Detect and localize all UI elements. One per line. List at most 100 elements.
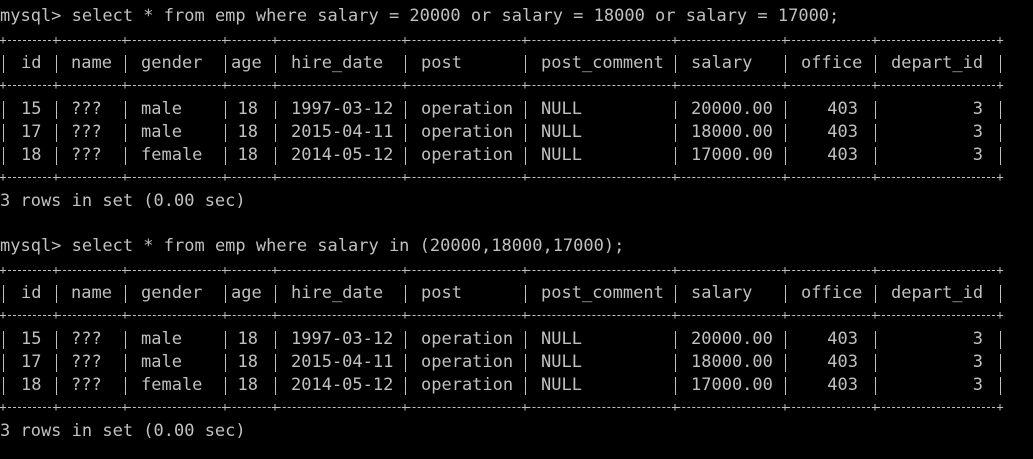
table-corner-plus: + xyxy=(221,308,229,322)
table-cell: male xyxy=(141,352,182,372)
table-cell: 3 xyxy=(972,329,983,349)
table-corner-plus: + xyxy=(221,170,229,184)
table-corner-plus: + xyxy=(781,263,789,277)
table-corner-plus: + xyxy=(521,308,529,322)
table-column-separator xyxy=(675,354,676,372)
terminal-window[interactable]: mysql> select * from emp where salary = … xyxy=(0,0,1033,459)
table-cell: 403 xyxy=(827,145,858,165)
table-column-separator xyxy=(225,147,226,165)
table-column-separator xyxy=(275,124,276,142)
table-cell: ??? xyxy=(71,99,102,119)
table-column-separator xyxy=(3,147,4,165)
table-border-line: + + + + + + + + + + + xyxy=(0,264,1004,276)
table-column-separator xyxy=(785,331,786,349)
column-header-post-comment: post_comment xyxy=(541,283,664,303)
table-cell: NULL xyxy=(541,99,582,119)
table-column-separator xyxy=(675,147,676,165)
column-header-post-comment: post_comment xyxy=(541,53,664,73)
table-cell: 3 xyxy=(972,122,983,142)
table-corner-plus: + xyxy=(52,78,60,92)
table-cell: operation xyxy=(421,329,514,349)
table-corner-plus: + xyxy=(0,170,7,184)
table-corner-plus: + xyxy=(271,308,279,322)
command-line: mysql> select * from emp where salary in… xyxy=(0,235,624,258)
column-header-name: name xyxy=(71,53,112,73)
table-column-separator xyxy=(275,55,276,73)
table-column-separator xyxy=(785,124,786,142)
table-corner-plus: + xyxy=(781,78,789,92)
table-corner-plus: + xyxy=(221,33,229,47)
table-corner-plus: + xyxy=(401,400,409,414)
table-corner-plus: + xyxy=(121,308,129,322)
table-cell: 17 xyxy=(21,352,42,372)
table-corner-plus: + xyxy=(781,170,789,184)
table-corner-plus: + xyxy=(671,170,679,184)
table-column-separator xyxy=(125,55,126,73)
table-column-separator xyxy=(125,331,126,349)
column-header-gender: gender xyxy=(141,53,203,73)
table-column-separator xyxy=(225,331,226,349)
table-column-separator xyxy=(3,285,4,303)
table-corner-plus: + xyxy=(871,170,879,184)
table-column-separator xyxy=(675,285,676,303)
table-corner-plus: + xyxy=(521,78,529,92)
table-column-separator xyxy=(675,377,676,395)
table-corner-plus: + xyxy=(996,78,1004,92)
table-column-separator xyxy=(875,285,876,303)
table-cell: NULL xyxy=(541,352,582,372)
table-cell: 18 xyxy=(21,375,42,395)
table-column-separator xyxy=(525,377,526,395)
table-column-separator xyxy=(275,331,276,349)
column-header-salary: salary xyxy=(691,53,753,73)
table-column-separator xyxy=(56,285,57,303)
table-column-separator xyxy=(3,55,4,73)
table-corner-plus: + xyxy=(671,78,679,92)
column-header-office: office xyxy=(801,53,863,73)
table-border-line: + + + + + + + + + + + xyxy=(0,401,1004,413)
table-cell: 18000.00 xyxy=(691,352,773,372)
table-cell: 3 xyxy=(972,145,983,165)
mysql-prompt: mysql> xyxy=(0,236,62,256)
table-column-separator xyxy=(405,124,406,142)
table-column-separator xyxy=(275,377,276,395)
table-cell: 3 xyxy=(972,99,983,119)
table-column-separator xyxy=(56,124,57,142)
table-column-separator xyxy=(125,377,126,395)
column-header-age: age xyxy=(231,283,262,303)
table-corner-plus: + xyxy=(271,263,279,277)
table-corner-plus: + xyxy=(671,308,679,322)
column-header-gender: gender xyxy=(141,283,203,303)
table-cell: 3 xyxy=(972,375,983,395)
table-cell: NULL xyxy=(541,329,582,349)
table-cell: 2014-05-12 xyxy=(291,375,394,395)
table-column-separator xyxy=(56,101,57,119)
table-column-separator xyxy=(1000,55,1001,73)
command-line: mysql> select * from emp where salary = … xyxy=(0,5,839,28)
table-cell: NULL xyxy=(541,145,582,165)
table-cell: 18 xyxy=(237,352,258,372)
table-corner-plus: + xyxy=(271,170,279,184)
table-corner-plus: + xyxy=(996,170,1004,184)
table-column-separator xyxy=(3,124,4,142)
column-header-salary: salary xyxy=(691,283,753,303)
table-corner-plus: + xyxy=(996,308,1004,322)
table-cell: ??? xyxy=(71,122,102,142)
table-column-separator xyxy=(785,147,786,165)
table-column-separator xyxy=(1000,101,1001,119)
table-column-separator xyxy=(525,285,526,303)
table-column-separator xyxy=(525,55,526,73)
table-column-separator xyxy=(3,354,4,372)
table-column-separator xyxy=(405,55,406,73)
table-corner-plus: + xyxy=(996,33,1004,47)
table-corner-plus: + xyxy=(121,78,129,92)
table-column-separator xyxy=(275,147,276,165)
table-border-line: + + + + + + + + + + + xyxy=(0,171,1004,183)
table-cell: male xyxy=(141,329,182,349)
table-cell: 403 xyxy=(827,99,858,119)
table-corner-plus: + xyxy=(871,400,879,414)
table-column-separator xyxy=(405,101,406,119)
table-column-separator xyxy=(405,285,406,303)
column-header-age: age xyxy=(231,53,262,73)
table-corner-plus: + xyxy=(401,33,409,47)
table-column-separator xyxy=(675,101,676,119)
